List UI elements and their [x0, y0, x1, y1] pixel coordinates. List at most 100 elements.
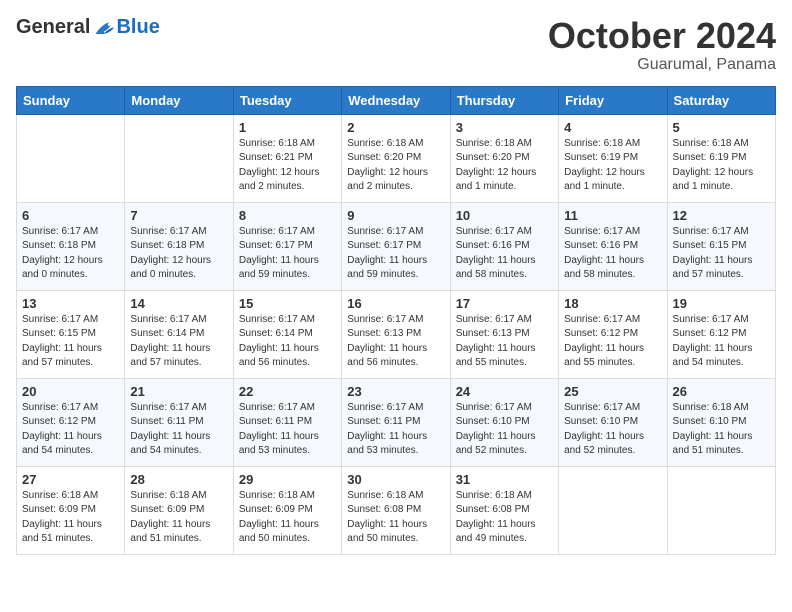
calendar-header-sunday: Sunday: [17, 86, 125, 114]
day-number: 23: [347, 384, 444, 399]
month-title: October 2024 Guarumal, Panama: [548, 16, 776, 74]
calendar-cell: 26 Sunrise: 6:18 AM Sunset: 6:10 PM Dayli…: [667, 378, 775, 466]
calendar-cell: [17, 114, 125, 202]
calendar-cell: 1 Sunrise: 6:18 AM Sunset: 6:21 PM Daylig…: [233, 114, 341, 202]
calendar-week-row: 20 Sunrise: 6:17 AM Sunset: 6:12 PM Dayli…: [17, 378, 776, 466]
calendar-cell: 10 Sunrise: 6:17 AM Sunset: 6:16 PM Dayli…: [450, 202, 558, 290]
calendar-cell: 19 Sunrise: 6:17 AM Sunset: 6:12 PM Dayli…: [667, 290, 775, 378]
day-number: 13: [22, 296, 119, 311]
day-number: 6: [22, 208, 119, 223]
calendar-header-row: SundayMondayTuesdayWednesdayThursdayFrid…: [17, 86, 776, 114]
day-info: Sunrise: 6:17 AM Sunset: 6:12 PM Dayligh…: [22, 401, 119, 459]
calendar-cell: 22Sunrise: 6:17 AM Sunset: 6:11 PM Dayli…: [233, 378, 341, 466]
day-info: Sunrise: 6:18 AM Sunset: 6:08 PM Dayligh…: [456, 489, 553, 547]
logo: General Blue: [16, 16, 160, 39]
day-info: Sunrise: 6:18 AM Sunset: 6:21 PM Dayligh…: [239, 137, 336, 195]
calendar-week-row: 6 Sunrise: 6:17 AM Sunset: 6:18 PM Daylig…: [17, 202, 776, 290]
day-number: 26: [673, 384, 770, 399]
calendar-cell: 29 Sunrise: 6:18 AM Sunset: 6:09 PM Dayli…: [233, 466, 341, 554]
day-info: Sunrise: 6:17 AM Sunset: 6:16 PM Dayligh…: [564, 225, 661, 283]
calendar-cell: 28Sunrise: 6:18 AM Sunset: 6:09 PM Dayli…: [125, 466, 233, 554]
calendar-cell: 14 Sunrise: 6:17 AM Sunset: 6:14 PM Dayli…: [125, 290, 233, 378]
calendar-cell: 17Sunrise: 6:17 AM Sunset: 6:13 PM Dayli…: [450, 290, 558, 378]
calendar-cell: 15Sunrise: 6:17 AM Sunset: 6:14 PM Dayli…: [233, 290, 341, 378]
day-info: Sunrise: 6:17 AM Sunset: 6:17 PM Dayligh…: [347, 225, 444, 283]
calendar-header-monday: Monday: [125, 86, 233, 114]
calendar-week-row: 1 Sunrise: 6:18 AM Sunset: 6:21 PM Daylig…: [17, 114, 776, 202]
day-info: Sunrise: 6:17 AM Sunset: 6:15 PM Dayligh…: [22, 313, 119, 371]
day-info: Sunrise: 6:17 AM Sunset: 6:13 PM Dayligh…: [347, 313, 444, 371]
day-info: Sunrise: 6:17 AM Sunset: 6:17 PM Dayligh…: [239, 225, 336, 283]
day-info: Sunrise: 6:17 AM Sunset: 6:11 PM Dayligh…: [130, 401, 227, 459]
day-number: 7: [130, 208, 227, 223]
day-info: Sunrise: 6:17 AM Sunset: 6:12 PM Dayligh…: [564, 313, 661, 371]
calendar-cell: 20 Sunrise: 6:17 AM Sunset: 6:12 PM Dayli…: [17, 378, 125, 466]
calendar-cell: [125, 114, 233, 202]
calendar-cell: 7 Sunrise: 6:17 AM Sunset: 6:18 PM Daylig…: [125, 202, 233, 290]
day-number: 11: [564, 208, 661, 223]
day-info: Sunrise: 6:18 AM Sunset: 6:19 PM Dayligh…: [564, 137, 661, 195]
day-number: 27: [22, 472, 119, 487]
day-number: 21: [130, 384, 227, 399]
calendar-cell: [559, 466, 667, 554]
day-info: Sunrise: 6:17 AM Sunset: 6:14 PM Dayligh…: [239, 313, 336, 371]
day-number: 14: [130, 296, 227, 311]
calendar-cell: 31Sunrise: 6:18 AM Sunset: 6:08 PM Dayli…: [450, 466, 558, 554]
day-number: 24: [456, 384, 553, 399]
calendar-header-friday: Friday: [559, 86, 667, 114]
day-info: Sunrise: 6:17 AM Sunset: 6:18 PM Dayligh…: [130, 225, 227, 283]
day-info: Sunrise: 6:17 AM Sunset: 6:14 PM Dayligh…: [130, 313, 227, 371]
day-number: 20: [22, 384, 119, 399]
logo-general-text: General: [16, 16, 90, 39]
month-year: October 2024: [548, 16, 776, 56]
day-info: Sunrise: 6:18 AM Sunset: 6:20 PM Dayligh…: [456, 137, 553, 195]
calendar-week-row: 27 Sunrise: 6:18 AM Sunset: 6:09 PM Dayli…: [17, 466, 776, 554]
calendar-cell: 12Sunrise: 6:17 AM Sunset: 6:15 PM Dayli…: [667, 202, 775, 290]
day-number: 19: [673, 296, 770, 311]
day-info: Sunrise: 6:17 AM Sunset: 6:15 PM Dayligh…: [673, 225, 770, 283]
calendar-cell: 6 Sunrise: 6:17 AM Sunset: 6:18 PM Daylig…: [17, 202, 125, 290]
day-info: Sunrise: 6:17 AM Sunset: 6:16 PM Dayligh…: [456, 225, 553, 283]
day-number: 10: [456, 208, 553, 223]
calendar-header-saturday: Saturday: [667, 86, 775, 114]
day-number: 4: [564, 120, 661, 135]
calendar-header-wednesday: Wednesday: [342, 86, 450, 114]
day-number: 28: [130, 472, 227, 487]
calendar-cell: 16 Sunrise: 6:17 AM Sunset: 6:13 PM Dayli…: [342, 290, 450, 378]
day-number: 5: [673, 120, 770, 135]
calendar-cell: 3 Sunrise: 6:18 AM Sunset: 6:20 PM Daylig…: [450, 114, 558, 202]
day-info: Sunrise: 6:17 AM Sunset: 6:10 PM Dayligh…: [456, 401, 553, 459]
day-info: Sunrise: 6:18 AM Sunset: 6:09 PM Dayligh…: [239, 489, 336, 547]
calendar-table: SundayMondayTuesdayWednesdayThursdayFrid…: [16, 86, 776, 555]
calendar-cell: 13 Sunrise: 6:17 AM Sunset: 6:15 PM Dayli…: [17, 290, 125, 378]
day-number: 1: [239, 120, 336, 135]
calendar-week-row: 13 Sunrise: 6:17 AM Sunset: 6:15 PM Dayli…: [17, 290, 776, 378]
day-info: Sunrise: 6:18 AM Sunset: 6:20 PM Dayligh…: [347, 137, 444, 195]
calendar-cell: 2 Sunrise: 6:18 AM Sunset: 6:20 PM Daylig…: [342, 114, 450, 202]
day-number: 29: [239, 472, 336, 487]
day-number: 2: [347, 120, 444, 135]
location: Guarumal, Panama: [548, 56, 776, 74]
day-info: Sunrise: 6:17 AM Sunset: 6:12 PM Dayligh…: [673, 313, 770, 371]
day-info: Sunrise: 6:17 AM Sunset: 6:13 PM Dayligh…: [456, 313, 553, 371]
day-number: 22: [239, 384, 336, 399]
day-number: 18: [564, 296, 661, 311]
day-number: 3: [456, 120, 553, 135]
day-info: Sunrise: 6:17 AM Sunset: 6:18 PM Dayligh…: [22, 225, 119, 283]
day-number: 30: [347, 472, 444, 487]
calendar-cell: 5 Sunrise: 6:18 AM Sunset: 6:19 PM Daylig…: [667, 114, 775, 202]
day-number: 16: [347, 296, 444, 311]
calendar-header-tuesday: Tuesday: [233, 86, 341, 114]
page-header: General Blue October 2024 Guarumal, Pana…: [16, 16, 776, 74]
day-info: Sunrise: 6:17 AM Sunset: 6:10 PM Dayligh…: [564, 401, 661, 459]
day-info: Sunrise: 6:18 AM Sunset: 6:10 PM Dayligh…: [673, 401, 770, 459]
calendar-cell: 9Sunrise: 6:17 AM Sunset: 6:17 PM Daylig…: [342, 202, 450, 290]
calendar-cell: 25Sunrise: 6:17 AM Sunset: 6:10 PM Dayli…: [559, 378, 667, 466]
day-info: Sunrise: 6:18 AM Sunset: 6:19 PM Dayligh…: [673, 137, 770, 195]
calendar-cell: 11 Sunrise: 6:17 AM Sunset: 6:16 PM Dayli…: [559, 202, 667, 290]
calendar-cell: 4 Sunrise: 6:18 AM Sunset: 6:19 PM Daylig…: [559, 114, 667, 202]
logo-bird-icon: [92, 18, 116, 38]
calendar-header-thursday: Thursday: [450, 86, 558, 114]
calendar-cell: 23Sunrise: 6:17 AM Sunset: 6:11 PM Dayli…: [342, 378, 450, 466]
day-info: Sunrise: 6:18 AM Sunset: 6:08 PM Dayligh…: [347, 489, 444, 547]
